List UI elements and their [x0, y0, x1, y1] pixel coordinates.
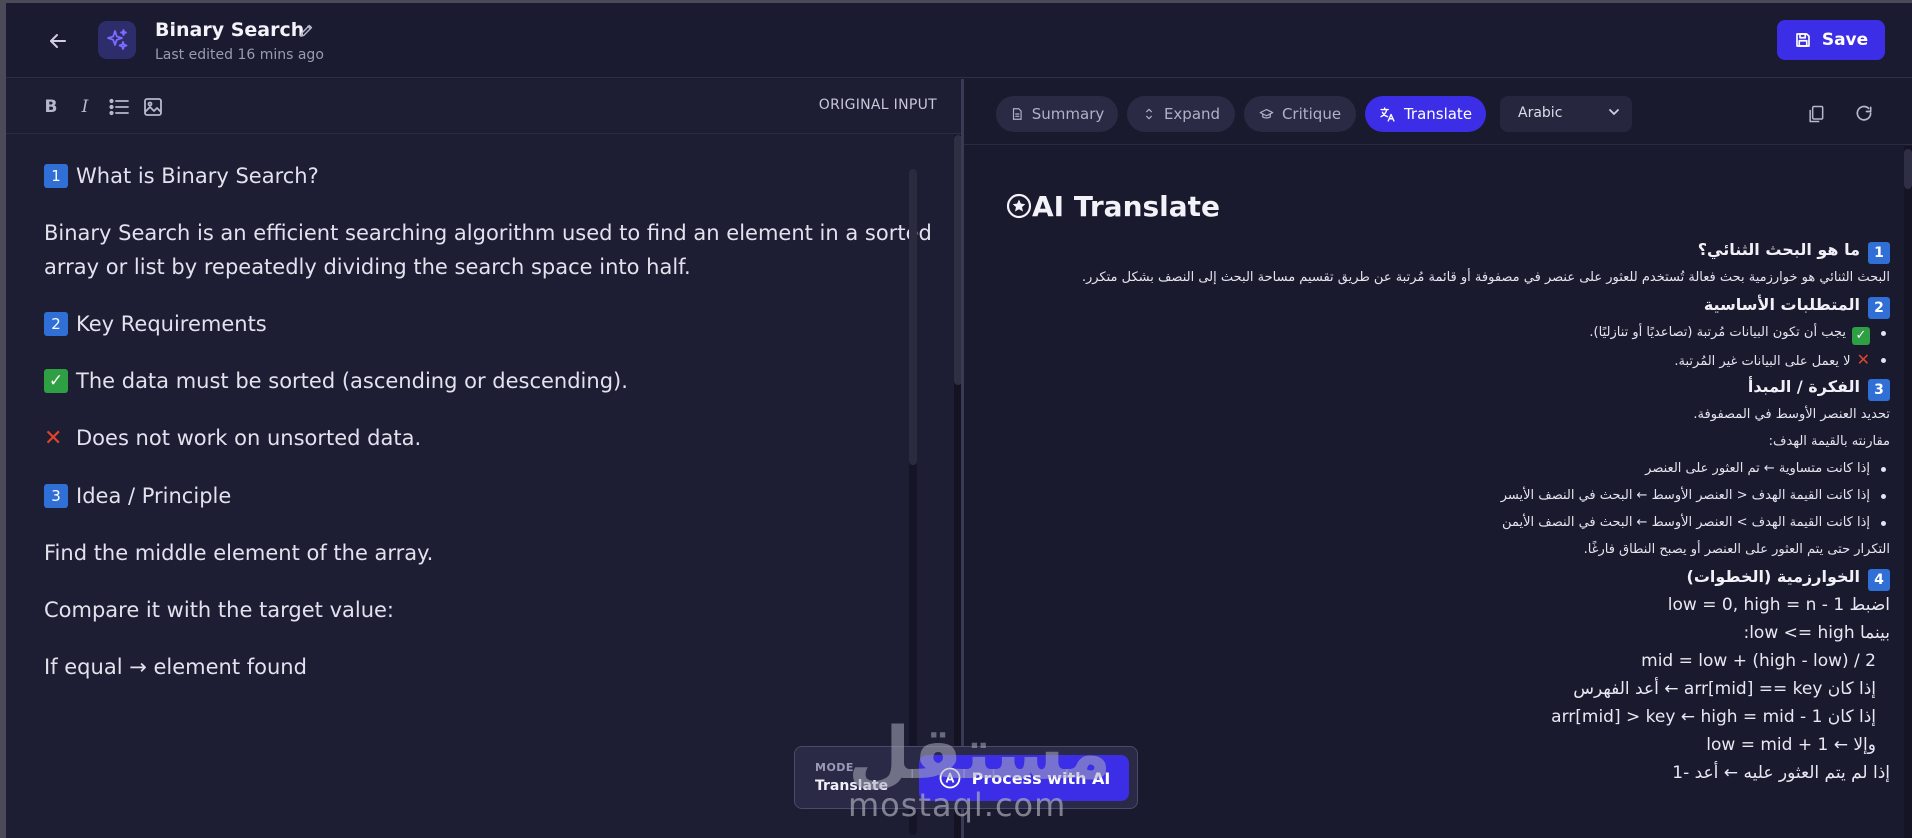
- pencil-edit-icon[interactable]: [298, 22, 315, 39]
- algorithm-step: بينما low <= high:: [1743, 623, 1890, 643]
- app-window: Binary Search Last edited 16 mins ago Sa…: [0, 0, 1912, 838]
- language-select[interactable]: Arabic: [1500, 96, 1632, 132]
- paragraph-line: Find the middle element of the array.: [44, 541, 434, 565]
- heading-text: المتطلبات الأساسية: [1703, 295, 1860, 314]
- refresh-icon[interactable]: [1854, 104, 1874, 124]
- keycap-1-icon: 1: [1868, 242, 1890, 264]
- mode-toolbar: Summary Expand Critique Translate Arabic: [964, 79, 1912, 145]
- input-text-editor[interactable]: 1 What is Binary Search? Binary Search is…: [6, 135, 961, 838]
- floppy-disk-icon: [1796, 33, 1810, 47]
- tab-summary-label: Summary: [1031, 105, 1105, 123]
- keycap-2-icon: 2: [1868, 297, 1890, 319]
- list-item: إذا كانت القيمة الهدف > العنصر الأوسط ← …: [994, 509, 1890, 536]
- paragraph-line: Compare it with the target value:: [44, 598, 395, 622]
- tab-expand-label: Expand: [1163, 105, 1221, 123]
- copy-icon[interactable]: [1806, 104, 1826, 124]
- document-icon: [1012, 108, 1022, 120]
- paragraph-line: Binary Search is an efficient searching …: [44, 221, 932, 245]
- tab-translate[interactable]: Translate: [1365, 96, 1486, 132]
- translated-heading-2: 2 المتطلبات الأساسية: [994, 291, 1890, 319]
- keycap-4-icon: 4: [1868, 569, 1890, 591]
- check-mark-icon: ✓: [44, 369, 68, 393]
- algorithm-step: إذا كان arr[mid] > key ← high = mid - 1: [1551, 707, 1876, 727]
- keycap-3-icon: 3: [1868, 379, 1890, 401]
- paragraph-line: array or list by repeatedly dividing the…: [44, 255, 691, 279]
- list-item: إذا كانت متساوية ← تم العثور على العنصر: [994, 455, 1890, 482]
- keycap-2-icon: 2: [44, 312, 68, 336]
- graduation-cap-icon: [1259, 108, 1274, 119]
- last-edited-text: Last edited 16 mins ago: [155, 47, 324, 63]
- heading-what-is: 1 What is Binary Search?: [44, 159, 319, 193]
- list-item: إذا كانت القيمة الهدف < العنصر الأوسط ← …: [994, 482, 1890, 509]
- keycap-3-icon: 3: [44, 484, 68, 508]
- requirement-text: Does not work on unsorted data.: [76, 426, 422, 450]
- sparkle-logo-icon: [98, 21, 136, 59]
- algorithm-step: mid = low + (high - low) / 2: [1641, 651, 1876, 671]
- list-item-text: يجب أن تكون البيانات مُرتبة (تصاعديًا أو…: [1589, 325, 1846, 340]
- list-item-text: لا يعمل على البيانات غير المُرتبة.: [1674, 354, 1851, 369]
- requirement-line: ✕ Does not work on unsorted data.: [44, 421, 421, 456]
- paragraph-line: If equal → element found: [44, 655, 307, 679]
- translated-paragraph: مقارنته بالقيمة الهدف:: [1768, 434, 1890, 449]
- heading-idea: 3 Idea / Principle: [44, 479, 231, 513]
- header: Binary Search Last edited 16 mins ago Sa…: [6, 3, 1912, 78]
- output-scrollbar-thumb[interactable]: [1904, 149, 1912, 189]
- translated-heading-3: 3 الفكرة / المبدأ: [994, 373, 1890, 401]
- list-item: ✓ يجب أن تكون البيانات مُرتبة (تصاعديًا أ…: [994, 319, 1890, 346]
- heading-text: Key Requirements: [76, 312, 267, 336]
- tab-critique-label: Critique: [1281, 105, 1342, 123]
- heading-text: الفكرة / المبدأ: [1747, 377, 1860, 396]
- heading-text: Idea / Principle: [76, 484, 232, 508]
- cross-mark-icon: ✕: [1856, 350, 1870, 369]
- save-label: Save: [1821, 30, 1869, 50]
- translated-paragraph: التكرار حتى يتم العثور على العنصر أو يصب…: [1583, 542, 1890, 557]
- language-value: Arabic: [1518, 105, 1563, 121]
- algorithm-step: اضبط low = 0, high = n - 1: [1667, 595, 1890, 615]
- translated-heading-1: 1 ما هو البحث الثنائي؟: [994, 236, 1890, 264]
- list-item: ✕ لا يعمل على البيانات غير المُرتبة.: [994, 346, 1890, 373]
- arabic-translation-body: 1 ما هو البحث الثنائي؟ البحث الثنائي هو خ…: [994, 236, 1890, 787]
- algorithm-step: إذا كان arr[mid] == key ← أعد الفهرس: [1573, 679, 1876, 699]
- watermark-arabic: مستقل: [848, 711, 1112, 795]
- tab-translate-label: Translate: [1403, 105, 1473, 123]
- document-title: Binary Search: [155, 19, 305, 41]
- requirement-text: The data must be sorted (ascending or de…: [76, 369, 628, 393]
- translated-paragraph: البحث الثنائي هو خوارزمية بحث فعالة تُست…: [1081, 270, 1890, 285]
- editor-scrollbar-thumb[interactable]: [909, 169, 917, 465]
- translate-icon: [1380, 106, 1395, 122]
- check-mark-icon: ✓: [1852, 327, 1870, 345]
- chevron-down-icon: [1608, 96, 1620, 130]
- original-input-pane: B I ORIGINAL INPUT 1 What is Binary Searc…: [6, 79, 962, 838]
- heading-text: الخوارزمية (الخطوات): [1686, 567, 1861, 586]
- keycap-1-icon: 1: [44, 164, 68, 188]
- image-icon[interactable]: [142, 96, 164, 118]
- ai-translate-title: AI Translate: [1006, 190, 1220, 223]
- italic-icon[interactable]: I: [74, 96, 96, 118]
- output-scrollbar-track[interactable]: [1904, 146, 1912, 838]
- watermark-latin: mostaql.com: [848, 786, 1067, 824]
- heading-text: What is Binary Search?: [76, 164, 319, 188]
- star-circle-icon: [1006, 193, 1032, 219]
- heading-text: ما هو البحث الثنائي؟: [1697, 240, 1860, 259]
- bold-icon[interactable]: B: [40, 96, 62, 118]
- tab-critique[interactable]: Critique: [1244, 96, 1356, 132]
- save-button[interactable]: Save: [1777, 20, 1885, 60]
- requirement-line: ✓ The data must be sorted (ascending or d…: [44, 364, 628, 398]
- expand-arrows-icon: [1146, 108, 1152, 120]
- tab-summary[interactable]: Summary: [996, 96, 1118, 132]
- cross-mark-icon: ✕: [44, 426, 63, 451]
- formatting-toolbar: B I ORIGINAL INPUT: [6, 79, 961, 134]
- translated-paragraph: تحديد العنصر الأوسط في المصفوفة.: [1693, 407, 1890, 422]
- translated-heading-4: 4 الخوارزمية (الخطوات): [994, 563, 1890, 591]
- heading-key-requirements: 2 Key Requirements: [44, 307, 267, 341]
- ai-translate-title-text: AI Translate: [1032, 190, 1221, 223]
- tab-expand[interactable]: Expand: [1127, 96, 1235, 132]
- original-input-label: ORIGINAL INPUT: [818, 97, 937, 113]
- back-arrow-icon[interactable]: [46, 29, 70, 53]
- bullet-list-icon[interactable]: [108, 96, 130, 118]
